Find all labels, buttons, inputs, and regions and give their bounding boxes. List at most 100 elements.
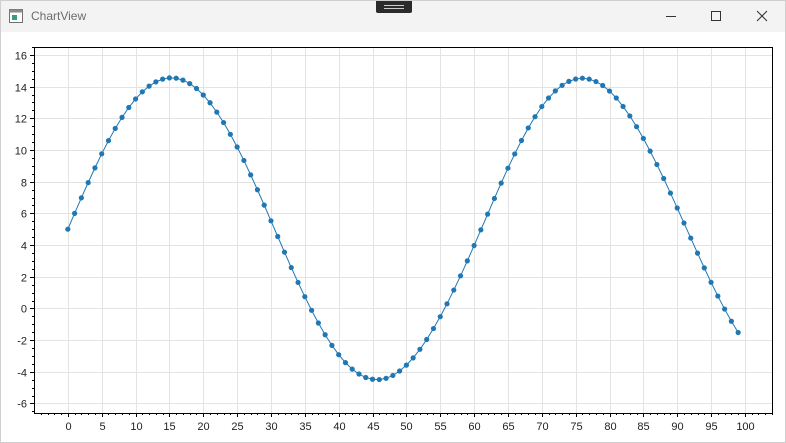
data-point (539, 103, 545, 110)
data-point (166, 75, 173, 81)
data-point (403, 362, 409, 368)
y-tick-label: 10 (15, 146, 27, 158)
data-point (92, 165, 98, 171)
data-point (491, 195, 497, 202)
title-bar[interactable]: ChartView (1, 1, 785, 32)
x-tick-label: 35 (299, 421, 311, 433)
data-point (606, 88, 613, 94)
data-point (715, 293, 721, 299)
data-point (153, 79, 159, 85)
data-point (369, 376, 376, 382)
data-point (173, 75, 179, 81)
data-point (99, 151, 105, 157)
x-tick-label: 30 (265, 421, 277, 433)
data-point (302, 294, 308, 300)
y-tick-label: 4 (21, 241, 27, 253)
data-point (363, 374, 369, 381)
data-point (214, 109, 220, 115)
x-tick-label: 50 (400, 421, 412, 433)
data-point (457, 273, 464, 279)
data-point (728, 318, 734, 324)
data-point (471, 242, 477, 249)
data-point (139, 89, 145, 95)
data-point (559, 82, 565, 88)
data-point (410, 355, 416, 361)
data-point (220, 119, 227, 126)
close-icon (756, 10, 768, 22)
data-point (160, 76, 166, 82)
data-point (281, 249, 288, 255)
y-tick-label: 12 (15, 114, 27, 126)
data-point (722, 306, 728, 312)
app-window-icon (9, 9, 23, 23)
data-point (275, 233, 281, 240)
data-point (261, 202, 267, 208)
data-point (288, 264, 294, 271)
minimize-icon (666, 16, 676, 17)
maximize-icon (711, 11, 721, 21)
y-tick-label: -4 (17, 368, 27, 380)
x-tick-label: 45 (367, 421, 379, 433)
data-point (579, 75, 586, 81)
data-point (545, 95, 552, 101)
data-point (620, 103, 626, 110)
data-point (647, 148, 653, 154)
y-tick-label: -2 (17, 336, 27, 348)
chartview-window: ChartView 0 5 10 15 20 25 30 35 40 45 50 55 60 65 70 75… (0, 0, 786, 443)
data-point (119, 114, 125, 120)
data-point (688, 235, 694, 241)
data-point (268, 218, 274, 224)
data-point (444, 301, 450, 307)
data-point (600, 82, 606, 89)
x-tick-label: 15 (163, 421, 175, 433)
data-point (640, 135, 646, 142)
y-tick-label: -6 (17, 399, 27, 411)
data-point (187, 81, 193, 87)
x-tick-label: 75 (570, 421, 582, 433)
data-point (322, 332, 328, 338)
drag-handle[interactable] (376, 1, 412, 13)
data-point (193, 85, 200, 92)
data-point (112, 125, 118, 132)
y-tick-label: 2 (21, 273, 27, 285)
data-point (451, 287, 457, 293)
data-point (532, 114, 538, 120)
data-point (654, 161, 660, 168)
data-point (342, 360, 349, 366)
data-point (566, 78, 572, 84)
x-tick-label: 40 (333, 421, 345, 433)
data-point (376, 376, 382, 383)
x-tick-label: 60 (468, 421, 480, 433)
data-point (681, 220, 687, 226)
x-tick-label: 100 (736, 421, 754, 433)
data-point (464, 258, 470, 264)
minimize-button[interactable] (648, 1, 694, 31)
x-tick-label: 5 (99, 421, 105, 433)
data-point (180, 77, 186, 83)
window-title: ChartView (31, 9, 87, 23)
data-point (417, 346, 423, 352)
chart-view[interactable]: 0 5 10 15 20 25 30 35 40 45 50 55 60 65 70 75 80 85 90 95 10… (1, 32, 785, 442)
data-point (586, 76, 592, 82)
data-point (329, 342, 335, 348)
data-point (518, 137, 525, 144)
data-point (336, 352, 342, 358)
data-point (207, 100, 213, 106)
data-point (437, 314, 443, 320)
data-point (701, 265, 707, 271)
close-button[interactable] (739, 1, 785, 31)
data-point (132, 96, 139, 102)
data-point (248, 172, 254, 178)
x-tick-label: 95 (705, 421, 717, 433)
data-point (241, 157, 247, 164)
maximize-button[interactable] (693, 1, 739, 31)
data-point (254, 187, 261, 193)
data-point (227, 131, 233, 137)
data-point (593, 78, 599, 85)
data-point (85, 180, 91, 186)
data-point (424, 336, 430, 343)
data-point (383, 375, 389, 381)
data-point (552, 88, 558, 94)
data-point (105, 138, 112, 144)
data-point (661, 175, 667, 182)
